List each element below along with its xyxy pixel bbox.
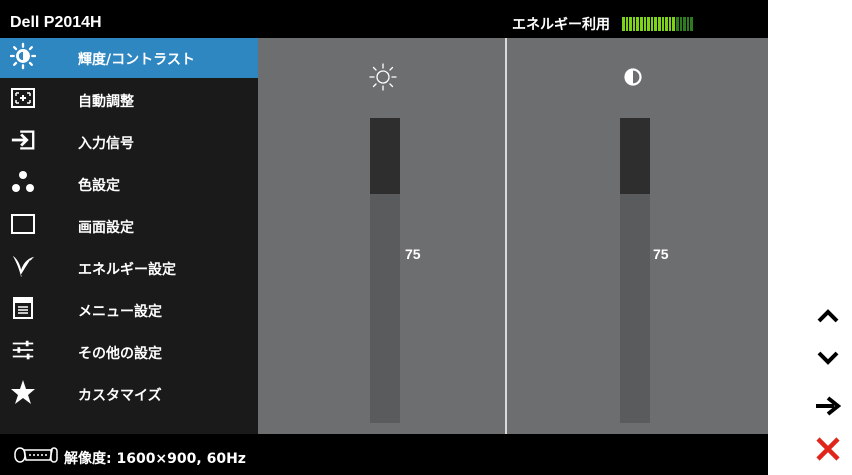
energy-meter-segment [686, 17, 690, 31]
menu-item-label: エネルギー設定 [78, 262, 176, 278]
panel-divider [505, 38, 507, 434]
menu-item-auto-adjust[interactable]: 自動調整 [0, 80, 258, 120]
star-icon [10, 379, 36, 405]
menu-item-label: その他の設定 [78, 346, 162, 362]
energy-meter-segment [650, 17, 654, 31]
brightness-slider-fill [370, 118, 400, 195]
up-button[interactable] [806, 298, 850, 338]
input-source-icon [10, 127, 36, 153]
monitor-model: Dell P2014H [10, 14, 102, 31]
connector-icon [14, 447, 58, 467]
menu-icon [10, 295, 36, 321]
color-settings-icon [10, 169, 36, 195]
energy-meter-segment [665, 17, 668, 31]
contrast-slider[interactable] [620, 118, 650, 423]
energy-meter [622, 17, 693, 31]
energy-meter-segment [672, 17, 675, 31]
status-bar: 解像度: 1600×900, 60Hz [0, 434, 768, 475]
down-button[interactable] [806, 340, 850, 380]
menu-item-label: カスタマイズ [78, 388, 162, 404]
contrast-value: 75 [653, 246, 669, 262]
energy-meter-segment [643, 17, 647, 31]
energy-meter-segment [657, 17, 661, 31]
brightness-slider[interactable] [370, 118, 400, 423]
menu-item-energy-settings[interactable]: エネルギー設定 [0, 248, 258, 288]
sun-icon [368, 62, 398, 96]
contrast-icon [623, 67, 643, 91]
energy-use-label: エネルギー利用 [512, 17, 610, 33]
menu-item-label: 画面設定 [78, 220, 134, 236]
energy-meter-segment [625, 17, 629, 31]
auto-adjust-icon [10, 85, 36, 111]
contrast-slider-fill [620, 118, 650, 195]
energy-meter-segment [668, 17, 672, 31]
close-icon [815, 436, 841, 466]
menu-item-color-settings[interactable]: 色設定 [0, 164, 258, 204]
menu-item-label: 輝度/コントラスト [78, 52, 195, 68]
brightness-contrast-panel: 75 75 [258, 38, 768, 434]
brightness-value: 75 [405, 246, 421, 262]
menu-item-display-settings[interactable]: 画面設定 [0, 206, 258, 246]
chevron-down-icon [816, 350, 840, 370]
menu-item-label: 自動調整 [78, 94, 134, 110]
energy-leaf-icon [10, 253, 36, 279]
energy-meter-segment [675, 17, 679, 31]
title-bar: Dell P2014H エネルギー利用 [0, 8, 768, 38]
other-settings-icon [10, 337, 36, 363]
energy-meter-segment [632, 17, 636, 31]
exit-button[interactable] [806, 431, 850, 471]
enter-button[interactable] [806, 388, 850, 428]
energy-meter-segment [639, 17, 643, 31]
energy-meter-segment [679, 17, 683, 31]
energy-meter-segment [629, 17, 632, 31]
menu-item-input-source[interactable]: 入力信号 [0, 122, 258, 162]
energy-meter-segment [661, 17, 665, 31]
arrow-right-icon [814, 396, 842, 420]
energy-meter-segment [647, 17, 650, 31]
menu-item-label: メニュー設定 [78, 304, 162, 320]
main-menu: 輝度/コントラスト 自動調整 入力信号 色設定 画面設定 エネルギー設定 メニュ… [0, 38, 258, 434]
menu-item-menu-settings[interactable]: メニュー設定 [0, 290, 258, 330]
menu-item-brightness-contrast[interactable]: 輝度/コントラスト [0, 38, 258, 78]
menu-item-label: 入力信号 [78, 136, 134, 152]
menu-item-other-settings[interactable]: その他の設定 [0, 332, 258, 372]
menu-item-customize[interactable]: カスタマイズ [0, 374, 258, 414]
chevron-up-icon [816, 308, 840, 328]
display-settings-icon [10, 211, 36, 237]
brightness-icon [10, 42, 36, 70]
energy-meter-segment [683, 17, 686, 31]
energy-meter-segment [654, 17, 657, 31]
menu-item-label: 色設定 [78, 178, 120, 194]
energy-meter-segment [622, 17, 625, 31]
energy-meter-segment [690, 17, 693, 31]
osd-menu: Dell P2014H エネルギー利用 輝度/コントラスト 自動調整 入力信号 … [0, 0, 768, 475]
energy-meter-segment [636, 17, 639, 31]
resolution-status: 解像度: 1600×900, 60Hz [64, 451, 246, 467]
